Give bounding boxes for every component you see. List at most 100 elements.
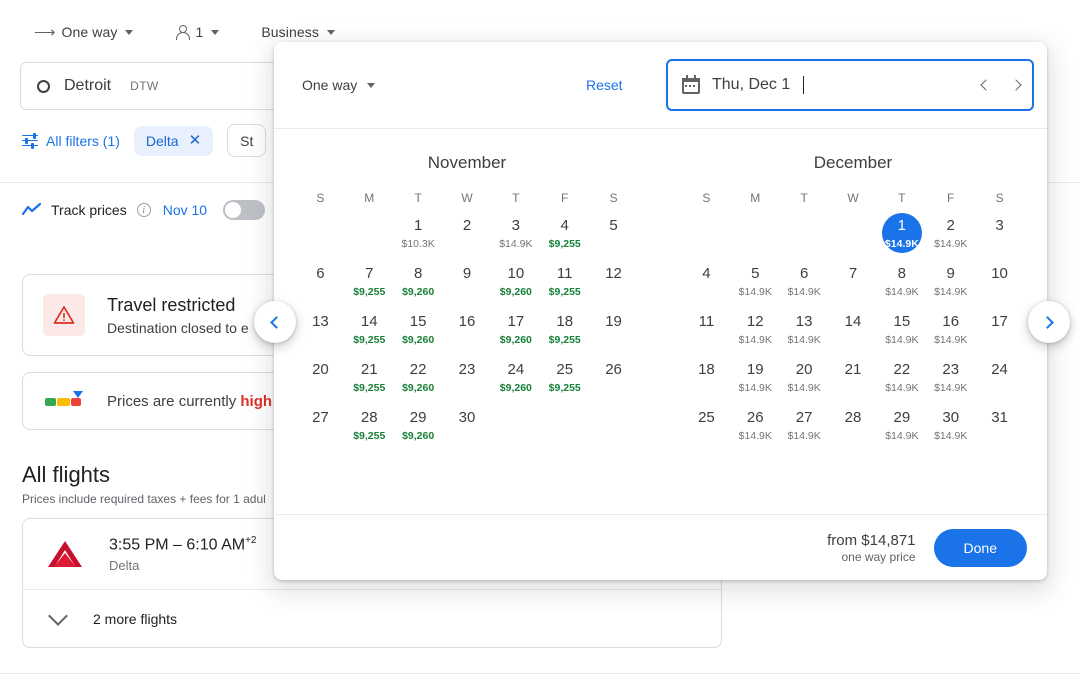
day-cell[interactable]: 18 [682,359,731,407]
dialog-trip-type-selector[interactable]: One way [302,77,376,93]
month-grid: S M T W T F S 1 $10.3K 2 3 $14.9K 4 $9,255 5 6 7 $9,255 8 $… [274,191,660,455]
day-cell[interactable]: 2 [443,215,492,263]
day-price: $9,260 [499,286,532,298]
day-cell[interactable]: 17 $9,260 [491,311,540,359]
day-cell[interactable]: 1 $10.3K [394,215,443,263]
day-cell[interactable]: 29 $9,260 [394,407,443,455]
track-prices-toggle[interactable] [223,200,266,220]
day-number: 8 [897,265,907,282]
day-cell[interactable]: 28 [829,407,878,455]
filter-chip-delta[interactable]: Delta ✕ [133,125,214,156]
day-cell[interactable]: 14 $9,255 [345,311,394,359]
person-icon [175,24,191,40]
day-cell[interactable]: 13 [296,311,345,359]
all-filters-button[interactable]: All filters (1) [22,132,120,149]
day-number: 19 [605,313,622,330]
day-cell[interactable]: 8 $9,260 [394,263,443,311]
day-cell[interactable]: 24 $9,260 [491,359,540,407]
departure-date-value: Thu, Dec 1 [712,76,791,93]
day-number: 6 [316,265,325,282]
day-price: $9,255 [353,334,386,346]
day-cell[interactable]: 2 $14.9K [926,215,975,263]
day-cell[interactable]: 5 $14.9K [731,263,780,311]
day-number: 4 [560,217,569,234]
day-cell[interactable]: 31 [975,407,1024,455]
close-icon[interactable]: ✕ [189,133,202,148]
day-cell[interactable]: 12 $14.9K [731,311,780,359]
day-cell[interactable]: 11 [682,311,731,359]
day-cell[interactable]: 8 $14.9K [877,263,926,311]
day-cell[interactable]: 12 [589,263,638,311]
day-cell[interactable]: 7 $9,255 [345,263,394,311]
day-cell[interactable]: 21 [829,359,878,407]
day-cell[interactable]: 3 [975,215,1024,263]
passenger-selector[interactable]: 1 [169,20,225,44]
day-cell[interactable]: 3 $14.9K [491,215,540,263]
day-cell[interactable]: 9 $14.9K [926,263,975,311]
done-button[interactable]: Done [933,528,1027,567]
day-cell[interactable]: 22 $14.9K [877,359,926,407]
day-cell[interactable]: 19 [589,311,638,359]
chevron-left-icon[interactable] [980,79,992,91]
trip-type-selector[interactable]: ⟶ One way [28,20,139,44]
day-number: 16 [458,313,476,330]
day-cell[interactable]: 26 $14.9K [731,407,780,455]
day-cell[interactable]: 20 [296,359,345,407]
day-cell[interactable]: 25 [682,407,731,455]
day-number: 26 [605,361,622,378]
day-cell[interactable]: 30 [443,407,492,455]
reset-button[interactable]: Reset [586,77,623,93]
day-cell[interactable]: 6 [296,263,345,311]
day-cell[interactable]: 30 $14.9K [926,407,975,455]
day-cell[interactable]: 15 $9,260 [394,311,443,359]
day-cell[interactable]: 9 [443,263,492,311]
day-number: 22 [409,361,427,378]
day-number: 24 [507,361,525,378]
day-cell[interactable]: 23 $14.9K [926,359,975,407]
day-cell[interactable]: 15 $14.9K [877,311,926,359]
date-picker-header: One way Reset Thu, Dec 1 [274,42,1047,128]
day-cell[interactable]: 6 $14.9K [780,263,829,311]
chevron-right-icon[interactable] [1010,79,1022,91]
day-cell[interactable]: 27 $14.9K [780,407,829,455]
carousel-next-button[interactable] [1028,301,1070,343]
day-cell[interactable]: 5 [589,215,638,263]
day-number: 9 [462,265,472,282]
day-cell[interactable]: 4 [682,263,731,311]
origin-code-label: DTW [130,79,159,93]
day-cell[interactable]: 16 [443,311,492,359]
filter-chip-stops[interactable]: St [227,124,267,157]
day-cell[interactable]: 23 [443,359,492,407]
day-cell[interactable]: 22 $9,260 [394,359,443,407]
day-cell[interactable]: 17 [975,311,1024,359]
day-cell[interactable]: 18 $9,255 [540,311,589,359]
day-cell[interactable]: 28 $9,255 [345,407,394,455]
day-cell[interactable]: 19 $14.9K [731,359,780,407]
day-cell[interactable]: 7 [829,263,878,311]
day-cell[interactable]: 20 $14.9K [780,359,829,407]
day-cell[interactable]: 13 $14.9K [780,311,829,359]
day-cell[interactable]: 11 $9,255 [540,263,589,311]
day-cell[interactable]: 29 $14.9K [877,407,926,455]
weekday-label: M [364,191,375,205]
day-cell[interactable]: 14 [829,311,878,359]
trip-type-label: One way [61,24,118,40]
day-cell[interactable]: 25 $9,255 [540,359,589,407]
day-cell-selected[interactable]: 1 $14.9K [877,213,926,263]
day-cell[interactable]: 4 $9,255 [540,215,589,263]
day-cell[interactable]: 21 $9,255 [345,359,394,407]
day-cell[interactable]: 10 $9,260 [491,263,540,311]
day-cell[interactable]: 26 [589,359,638,407]
day-cell[interactable]: 24 [975,359,1024,407]
info-icon[interactable]: i [136,203,151,217]
carousel-prev-button[interactable] [254,301,296,343]
day-cell[interactable]: 10 [975,263,1024,311]
track-prices-date[interactable]: Nov 10 [163,202,207,218]
day-cell[interactable]: 27 [296,407,345,455]
weekday-header-row: SMTWTFS [682,191,1024,215]
day-cell[interactable]: 16 $14.9K [926,311,975,359]
day-number: 6 [799,265,809,282]
more-flights-button[interactable]: 2 more flights [23,590,721,648]
cabin-class-selector[interactable]: Business [255,20,341,44]
departure-date-input[interactable]: Thu, Dec 1 [666,59,1034,111]
